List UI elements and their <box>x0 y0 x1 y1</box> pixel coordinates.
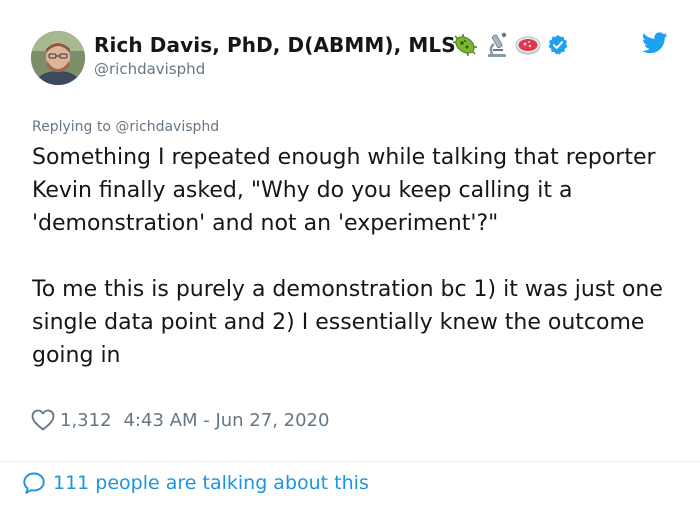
replying-to-label[interactable]: Replying to @richdavisphd <box>32 119 219 135</box>
microscope-icon <box>488 32 507 57</box>
tweet-meta: 1,312 4:43 AM - Jun 27, 2020 <box>31 409 329 431</box>
microbe-icon <box>452 34 477 57</box>
heart-icon[interactable] <box>31 409 55 431</box>
conversation-label[interactable]: 111 people are talking about this <box>53 472 369 494</box>
speech-bubble-icon <box>23 472 45 494</box>
author-name[interactable]: Rich Davis, PhD, D(ABMM), MLS <box>94 33 456 57</box>
conversation-link[interactable]: 111 people are talking about this <box>22 471 369 495</box>
tweet-paragraph-1: Something I repeated enough while talkin… <box>32 145 656 236</box>
tweet-paragraph-2: To me this is purely a demonstration bc … <box>32 277 663 368</box>
tweet-body: Something I repeated enough while talkin… <box>32 141 682 372</box>
verified-icon <box>548 34 568 55</box>
profile-badges <box>451 31 569 59</box>
divider <box>0 461 700 462</box>
avatar-image <box>31 31 85 85</box>
tweet-timestamp[interactable]: 4:43 AM - Jun 27, 2020 <box>124 410 330 431</box>
author-handle[interactable]: @richdavisphd <box>94 60 205 78</box>
tweet-card: Rich Davis, PhD, D(ABMM), MLS @richdavis… <box>0 0 700 509</box>
petri-dish-icon <box>515 36 541 55</box>
twitter-bird-icon[interactable] <box>642 32 668 54</box>
like-count[interactable]: 1,312 <box>60 410 112 431</box>
avatar[interactable] <box>31 31 85 85</box>
